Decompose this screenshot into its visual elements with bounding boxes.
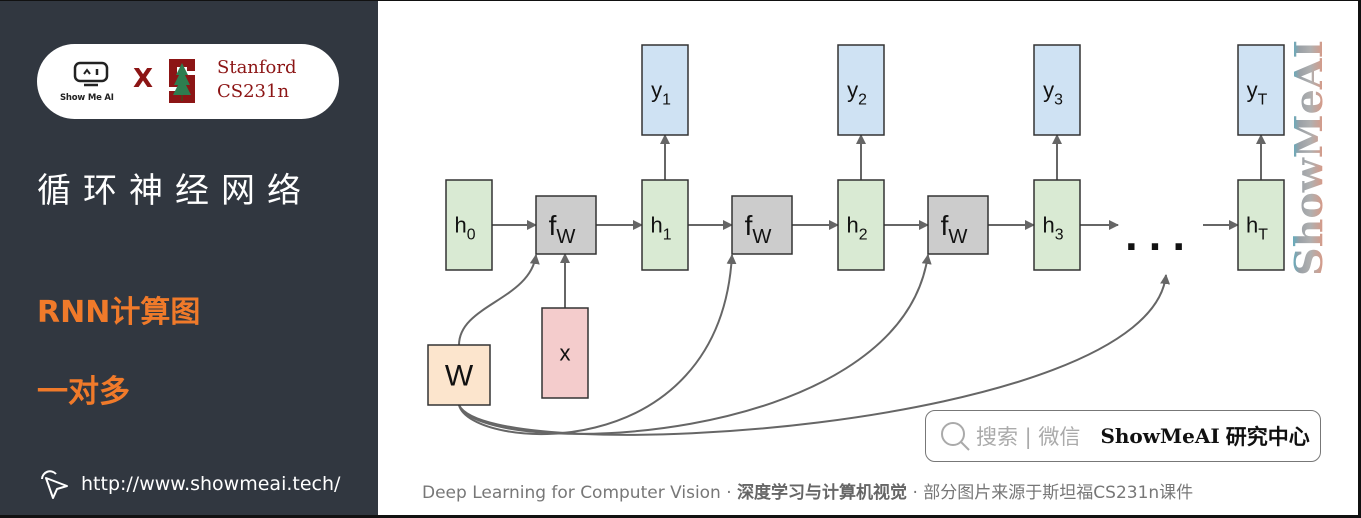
slide-frame	[0, 0, 1361, 518]
